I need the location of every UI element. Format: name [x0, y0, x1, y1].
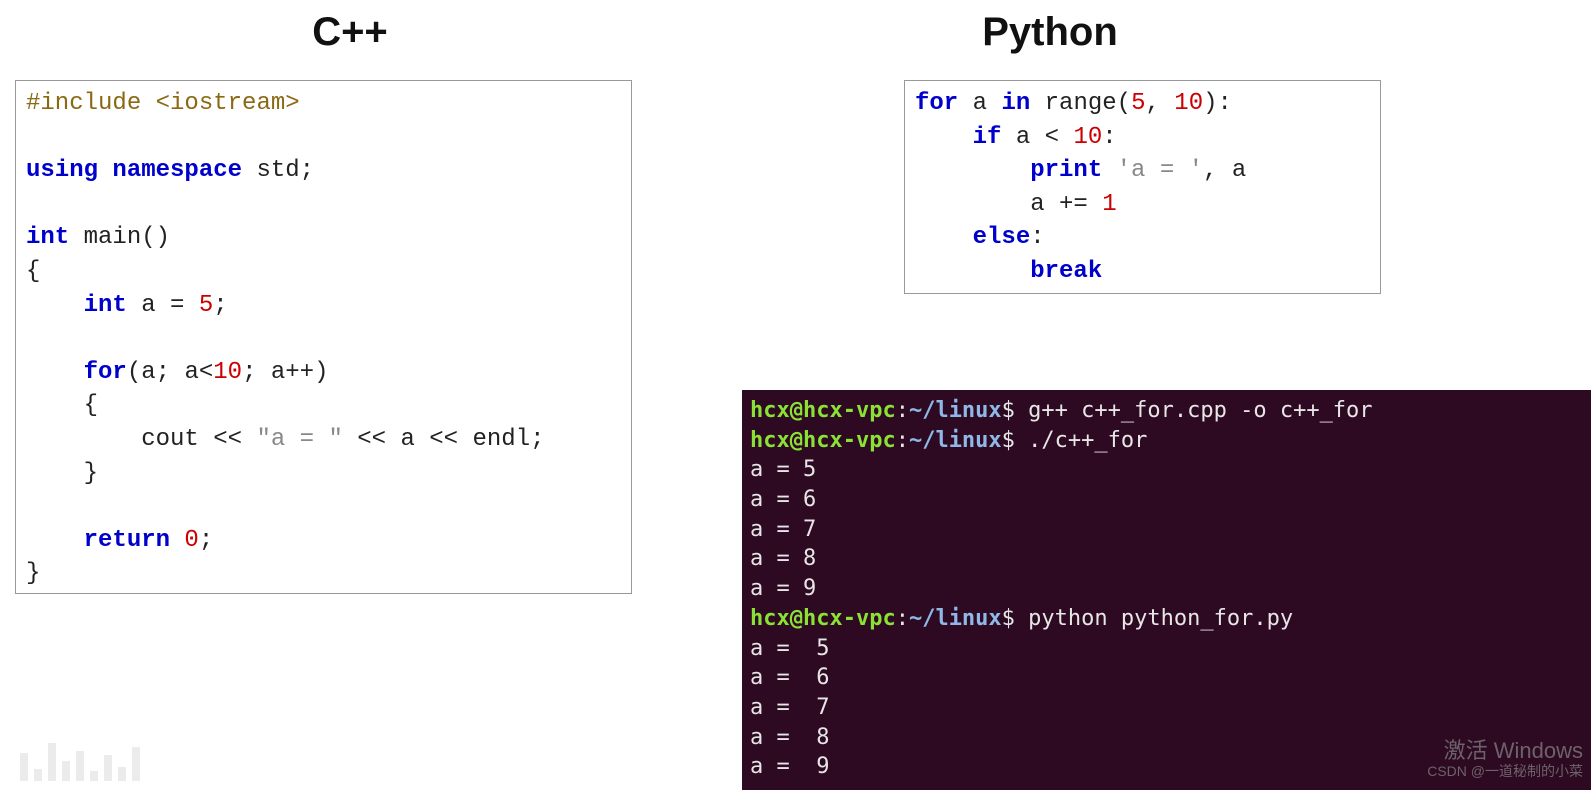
decorative-bars — [20, 741, 140, 781]
cpp-heading: C++ — [0, 10, 700, 55]
watermark-text: 激活 Windows CSDN @一道秘制的小菜 — [1427, 739, 1583, 779]
cpp-line: #include — [26, 90, 141, 117]
python-heading: Python — [900, 10, 1200, 55]
terminal-output: hcx@hcx-vpc:~/linux$ g++ c++_for.cpp -o … — [742, 390, 1591, 790]
cpp-code-block: #include <iostream> using namespace std;… — [15, 80, 632, 594]
python-code-block: for a in range(5, 10): if a < 10: print … — [904, 80, 1381, 294]
